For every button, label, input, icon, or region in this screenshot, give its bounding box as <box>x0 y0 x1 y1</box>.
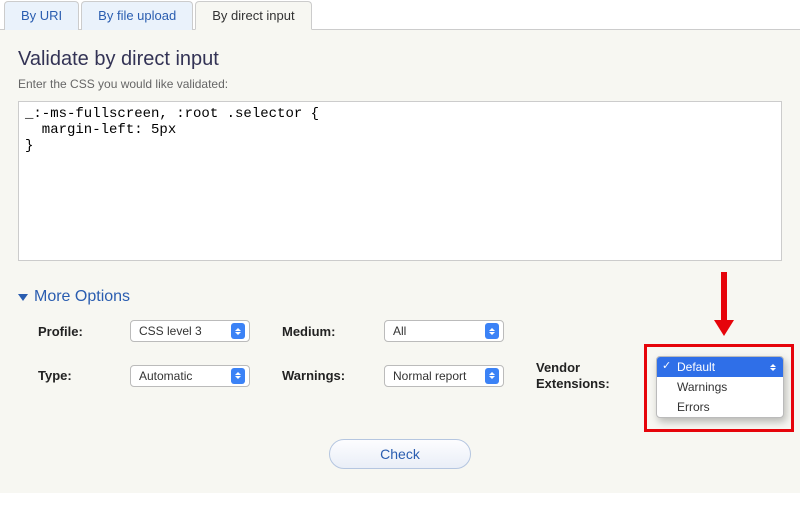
panel-subtext: Enter the CSS you would like validated: <box>18 77 782 91</box>
profile-label: Profile: <box>38 324 118 339</box>
vendor-extensions-dropdown[interactable]: Default Warnings Errors <box>656 356 784 418</box>
medium-value: All <box>393 324 406 338</box>
tab-by-file-upload[interactable]: By file upload <box>81 1 193 30</box>
vendor-option-errors[interactable]: Errors <box>657 397 783 417</box>
validate-panel: Validate by direct input Enter the CSS y… <box>0 30 800 493</box>
tab-by-uri[interactable]: By URI <box>4 1 79 30</box>
vendor-extensions-label: Vendor Extensions: <box>536 360 636 391</box>
warnings-value: Normal report <box>393 369 466 383</box>
type-label: Type: <box>38 368 118 383</box>
select-caret-icon <box>485 323 499 339</box>
vendor-option-default[interactable]: Default <box>657 357 783 377</box>
warnings-label: Warnings: <box>282 368 372 383</box>
check-button[interactable]: Check <box>329 439 471 469</box>
more-options-toggle[interactable]: More Options <box>18 288 782 306</box>
medium-select[interactable]: All <box>384 320 504 342</box>
medium-label: Medium: <box>282 324 372 339</box>
warnings-select[interactable]: Normal report <box>384 365 504 387</box>
vendor-option-warnings[interactable]: Warnings <box>657 377 783 397</box>
profile-value: CSS level 3 <box>139 324 202 338</box>
css-textarea[interactable] <box>18 101 782 261</box>
type-select[interactable]: Automatic <box>130 365 250 387</box>
panel-heading: Validate by direct input <box>18 48 782 71</box>
select-caret-icon <box>767 360 779 374</box>
select-caret-icon <box>485 368 499 384</box>
select-caret-icon <box>231 323 245 339</box>
profile-select[interactable]: CSS level 3 <box>130 320 250 342</box>
tab-by-direct-input[interactable]: By direct input <box>195 1 311 30</box>
more-options-label: More Options <box>34 288 130 306</box>
triangle-down-icon <box>18 294 28 301</box>
select-caret-icon <box>231 368 245 384</box>
type-value: Automatic <box>139 369 192 383</box>
tabs-bar: By URI By file upload By direct input <box>0 0 800 30</box>
